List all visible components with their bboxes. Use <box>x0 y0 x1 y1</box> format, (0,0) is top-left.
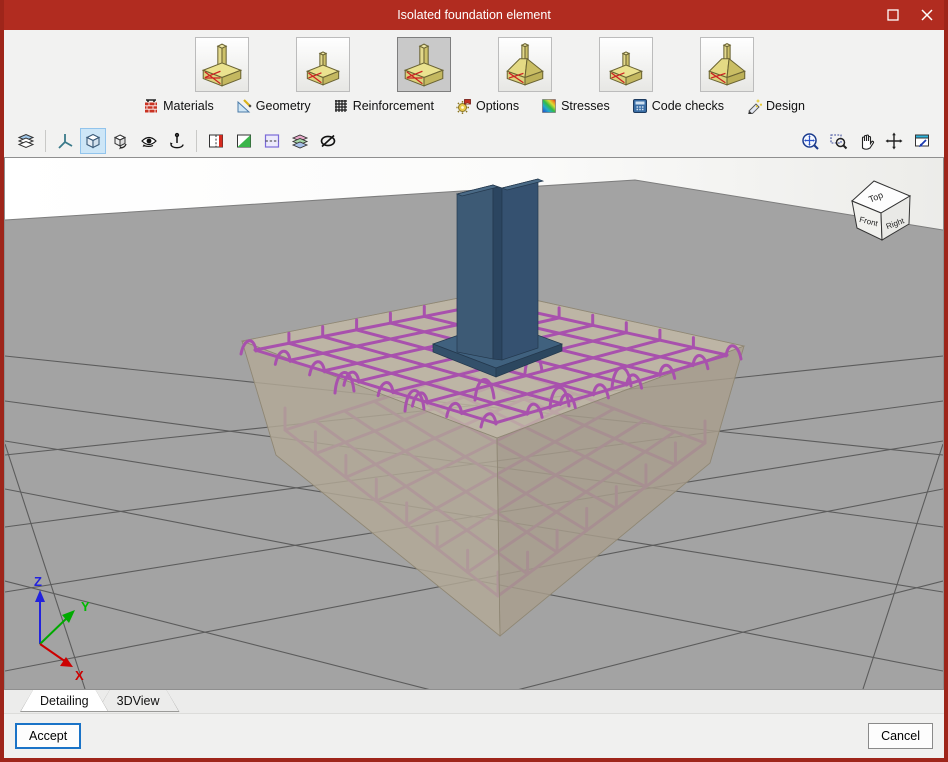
code-checks-button[interactable]: Code checks <box>632 98 724 114</box>
title-bar: Isolated foundation element <box>4 0 944 30</box>
isolated-footing-wide-pad-icon <box>402 41 446 89</box>
previous-view-button[interactable] <box>909 128 935 154</box>
rotate-cube-button[interactable] <box>108 128 134 154</box>
maximize-icon <box>887 9 899 21</box>
isolated-footing-sloped-pad-icon <box>503 41 547 89</box>
foundation-type-4-button[interactable] <box>497 37 552 92</box>
window-controls <box>876 0 944 30</box>
tab-detailing-label: Detailing <box>40 694 89 708</box>
section-plane-y-icon <box>237 134 251 148</box>
options-button[interactable]: Options <box>456 98 519 114</box>
orbit-view-button[interactable] <box>136 128 162 154</box>
accept-button[interactable]: Accept <box>15 723 82 749</box>
isometric-view-button[interactable] <box>80 128 106 154</box>
code-checks-label: Code checks <box>651 99 724 113</box>
spin-view-icon <box>170 132 184 149</box>
stresses-color-gradient-icon <box>542 99 556 113</box>
options-gear-icon <box>456 99 471 114</box>
section-plane-z-icon <box>264 134 280 148</box>
previous-view-icon <box>915 134 929 147</box>
rotate-cube-icon <box>113 134 127 150</box>
close-icon <box>921 9 933 21</box>
isolated-footing-sloped-pad-icon <box>705 41 749 89</box>
zoom-window-button[interactable] <box>825 128 851 154</box>
geometry-set-square-icon <box>237 99 252 113</box>
foundation-type-button-row <box>4 37 944 92</box>
cancel-button[interactable]: Cancel <box>868 723 933 749</box>
zoom-extents-icon <box>802 133 819 150</box>
tab-3dview-label: 3DView <box>116 694 160 708</box>
isometric-cube-icon <box>85 133 101 149</box>
view-toolbar <box>4 125 944 157</box>
isolated-footing-short-column-icon <box>604 41 648 89</box>
isolated-foundation-dialog: Isolated foundation element Materials Ge… <box>0 0 948 762</box>
foundation-type-3-button[interactable] <box>396 37 451 92</box>
visibility-icon <box>320 134 336 148</box>
section-plane-z-button[interactable] <box>259 128 285 154</box>
maximize-button[interactable] <box>876 0 910 30</box>
isolated-footing-tall-column-icon <box>200 41 244 89</box>
design-button[interactable]: Design <box>746 98 805 114</box>
materials-button[interactable]: Materials <box>143 98 214 114</box>
axis-x-label: X <box>75 668 84 683</box>
view-tab-strip: Detailing 3DView <box>4 690 944 713</box>
close-button[interactable] <box>910 0 944 30</box>
reinforcement-button[interactable]: Reinforcement <box>333 98 434 114</box>
stresses-button[interactable]: Stresses <box>541 98 610 114</box>
section-plane-x-icon <box>209 134 223 148</box>
section-plane-x-button[interactable] <box>203 128 229 154</box>
stresses-label: Stresses <box>561 99 610 113</box>
visibility-button[interactable] <box>315 128 341 154</box>
3d-scene[interactable]: Top Front Right Z Y X <box>5 158 943 689</box>
axis-z-label: Z <box>34 574 42 589</box>
toolbar-separator <box>196 130 197 152</box>
layers-button[interactable] <box>13 128 39 154</box>
dialog-footer: Accept Cancel <box>4 713 944 758</box>
orbit-view-icon <box>141 136 157 147</box>
design-label: Design <box>765 99 805 113</box>
isolated-footing-short-column-icon <box>301 41 345 89</box>
geometry-label: Geometry <box>255 99 311 113</box>
rendered-layers-button[interactable] <box>287 128 313 154</box>
window-title: Isolated foundation element <box>397 8 551 22</box>
options-label: Options <box>475 99 520 113</box>
toolbar-separator <box>45 130 46 152</box>
materials-brick-wall-icon <box>145 99 158 113</box>
rendered-layers-icon <box>291 134 309 149</box>
axis-y-label: Y <box>81 599 90 614</box>
3d-viewport[interactable]: Top Front Right Z Y X <box>4 157 944 690</box>
design-pencil-icon <box>748 99 762 114</box>
pan-hand-icon <box>861 134 875 150</box>
foundation-type-6-button[interactable] <box>699 37 754 92</box>
toolbar-label-row: Materials Geometry Reinforcement Options… <box>4 96 944 116</box>
axes-tripod-button[interactable] <box>52 128 78 154</box>
move-view-icon <box>885 132 903 150</box>
reinforcement-mesh-icon <box>334 100 347 112</box>
move-view-button[interactable] <box>881 128 907 154</box>
axes-tripod-icon <box>58 134 73 149</box>
code-checks-calculator-icon <box>632 99 647 113</box>
layers-icon <box>17 133 35 149</box>
pan-button[interactable] <box>853 128 879 154</box>
spin-view-button[interactable] <box>164 128 190 154</box>
foundation-type-5-button[interactable] <box>598 37 653 92</box>
zoom-extents-button[interactable] <box>797 128 823 154</box>
tab-detailing[interactable]: Detailing <box>20 690 109 712</box>
main-toolbar: Materials Geometry Reinforcement Options… <box>4 30 944 125</box>
foundation-type-1-button[interactable] <box>194 37 249 92</box>
reinforcement-label: Reinforcement <box>352 99 434 113</box>
section-plane-y-button[interactable] <box>231 128 257 154</box>
zoom-window-icon <box>830 134 848 150</box>
geometry-button[interactable]: Geometry <box>236 98 311 114</box>
foundation-type-2-button[interactable] <box>295 37 350 92</box>
tab-3dview[interactable]: 3DView <box>97 690 180 712</box>
materials-label: Materials <box>163 99 214 113</box>
